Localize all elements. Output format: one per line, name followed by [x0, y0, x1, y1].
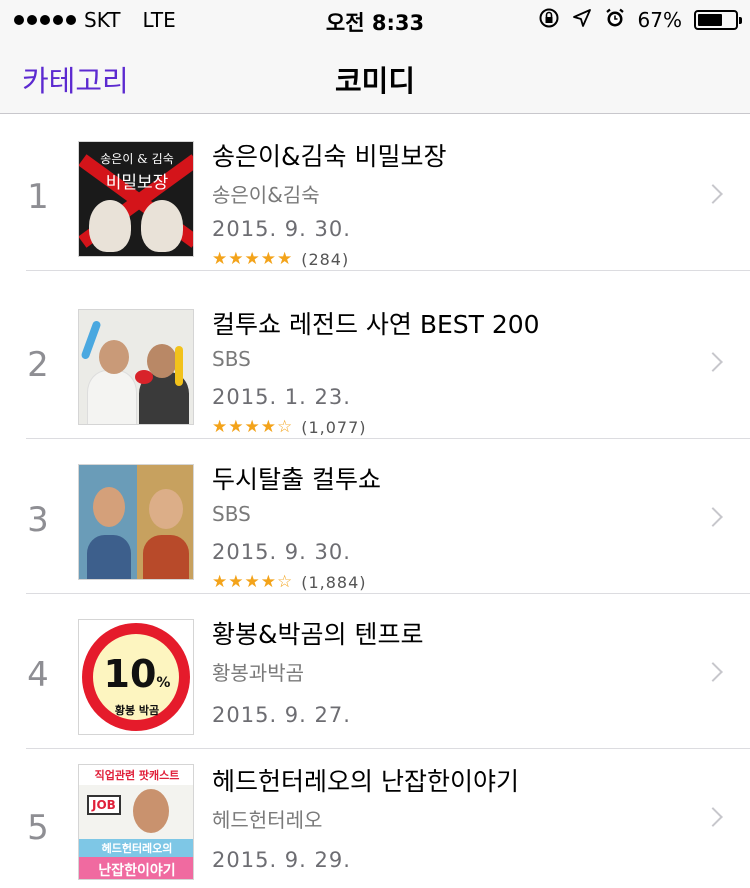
artwork-text: 난잡한이야기	[98, 863, 176, 879]
podcast-title: 두시탈출 컬투쇼	[212, 465, 381, 494]
podcast-author: 헤드헌터레오	[212, 808, 323, 832]
podcast-title: 헤드헌터레오의 난잡한이야기	[212, 767, 519, 796]
podcast-author: SBS	[212, 502, 251, 526]
list-item[interactable]: 3 두시탈출 컬투쇼 SBS 2015. 9. 30. ★★★★☆ (1,884…	[0, 438, 750, 594]
artwork-text: 직업관련 팟캐스트	[94, 769, 180, 782]
podcast-artwork	[78, 464, 194, 580]
list-item[interactable]: 2 컬투쇼 레전드 사연 BEST 200 SBS 2015. 1. 23. ★…	[0, 283, 750, 439]
podcast-author: SBS	[212, 347, 251, 371]
list-item[interactable]: 1 송은이 & 김숙 비밀보장 송은이&김숙 비밀보장 송은이&김숙 2015.…	[0, 115, 750, 271]
podcast-artwork	[78, 309, 194, 425]
rating-count: (284)	[301, 249, 350, 269]
list-item[interactable]: 5 직업관련 팟캐스트 JOB 헤드헌터레오의 난잡한이야기 헤드헌터레오의 난…	[0, 748, 750, 888]
navigation-bar: 카테고리 코미디	[0, 40, 750, 114]
chevron-right-icon	[703, 807, 723, 827]
podcast-author: 황봉과박곰	[212, 661, 304, 685]
rating: ★★★★☆ (1,077)	[212, 417, 367, 437]
battery-icon	[694, 10, 742, 30]
podcast-title: 황봉&박곰의 텐프로	[212, 620, 424, 649]
podcast-date: 2015. 1. 23.	[212, 385, 351, 409]
star-rating-icon: ★★★★☆	[212, 572, 294, 592]
battery-percent: 67%	[637, 8, 682, 32]
rating: ★★★★★ (284)	[212, 249, 349, 269]
artwork-text: 헤드헌터레오의	[101, 842, 173, 855]
artwork-text: JOB	[87, 795, 121, 815]
star-rating-icon: ★★★★★	[212, 249, 294, 269]
alarm-icon	[604, 7, 626, 34]
artwork-text: 10%	[103, 652, 171, 696]
status-bar: SKT LTE 오전 8:33 67%	[0, 0, 750, 40]
podcast-title: 송은이&김숙 비밀보장	[212, 142, 447, 171]
podcast-date: 2015. 9. 30.	[212, 540, 351, 564]
chevron-right-icon	[703, 662, 723, 682]
chevron-right-icon	[703, 184, 723, 204]
podcast-date: 2015. 9. 27.	[212, 703, 351, 727]
artwork-text: 비밀보장	[105, 173, 169, 193]
rotation-lock-icon	[538, 7, 560, 34]
rating-count: (1,077)	[301, 417, 367, 437]
rank-number: 5	[27, 808, 49, 848]
podcast-date: 2015. 9. 29.	[212, 848, 351, 872]
location-icon	[572, 8, 592, 33]
chevron-right-icon	[703, 507, 723, 527]
page-title: 코미디	[334, 64, 416, 98]
list-item[interactable]: 4 10% 황봉 박곰 황봉&박곰의 텐프로 황봉과박곰 2015. 9. 27…	[0, 593, 750, 749]
chevron-right-icon	[703, 352, 723, 372]
podcast-author: 송은이&김숙	[212, 183, 320, 207]
rank-number: 2	[27, 345, 49, 385]
rating: ★★★★☆ (1,884)	[212, 572, 367, 592]
rating-count: (1,884)	[301, 572, 367, 592]
rank-number: 1	[27, 177, 49, 217]
podcast-artwork: 10% 황봉 박곰	[78, 619, 194, 735]
podcast-title: 컬투쇼 레전드 사연 BEST 200	[212, 310, 540, 339]
podcast-date: 2015. 9. 30.	[212, 217, 351, 241]
podcast-artwork: 직업관련 팟캐스트 JOB 헤드헌터레오의 난잡한이야기	[78, 764, 194, 880]
artwork-text: 황봉 박곰	[114, 704, 160, 717]
artwork-text: 송은이 & 김숙	[100, 152, 174, 166]
podcast-artwork: 송은이 & 김숙 비밀보장	[78, 141, 194, 257]
rank-number: 3	[27, 500, 49, 540]
separator	[26, 270, 750, 271]
rank-number: 4	[27, 655, 49, 695]
star-rating-icon: ★★★★☆	[212, 417, 294, 437]
